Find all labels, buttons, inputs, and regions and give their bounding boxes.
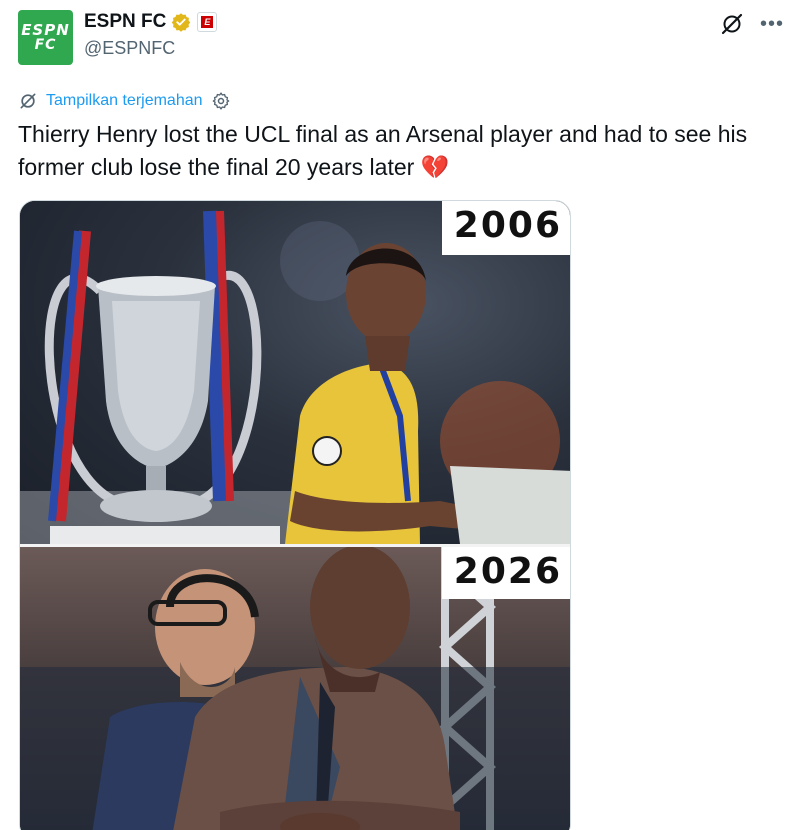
- year-badge-2026: 2026: [441, 547, 570, 599]
- year-badge-2006: 2006: [441, 201, 570, 255]
- translate-icon: [18, 91, 38, 111]
- translate-link[interactable]: Tampilkan terjemahan: [46, 92, 203, 110]
- photo-2006: 2006: [20, 201, 570, 544]
- grok-icon[interactable]: [720, 12, 744, 36]
- verified-badge-icon: [171, 12, 191, 32]
- display-name[interactable]: ESPN FC: [84, 11, 166, 33]
- header-actions: •••: [720, 12, 784, 36]
- avatar-line-1: ESPN: [21, 20, 70, 39]
- espn-affiliate-icon: E: [201, 16, 214, 28]
- more-options-icon[interactable]: •••: [760, 14, 784, 34]
- photo-2026: 2026: [20, 547, 570, 830]
- handle[interactable]: @ESPNFC: [84, 38, 175, 59]
- affiliate-badge[interactable]: E: [197, 12, 218, 32]
- tweet-media[interactable]: 2006 2026: [19, 200, 571, 830]
- tweet-text: Thierry Henry lost the UCL final as an A…: [18, 121, 748, 180]
- gear-icon[interactable]: [211, 91, 231, 111]
- author-name-row: ESPN FC E: [84, 10, 218, 34]
- translate-row[interactable]: Tampilkan terjemahan: [18, 90, 231, 112]
- avatar[interactable]: ESPN FC: [18, 10, 73, 65]
- avatar-line-2: FC: [34, 36, 57, 53]
